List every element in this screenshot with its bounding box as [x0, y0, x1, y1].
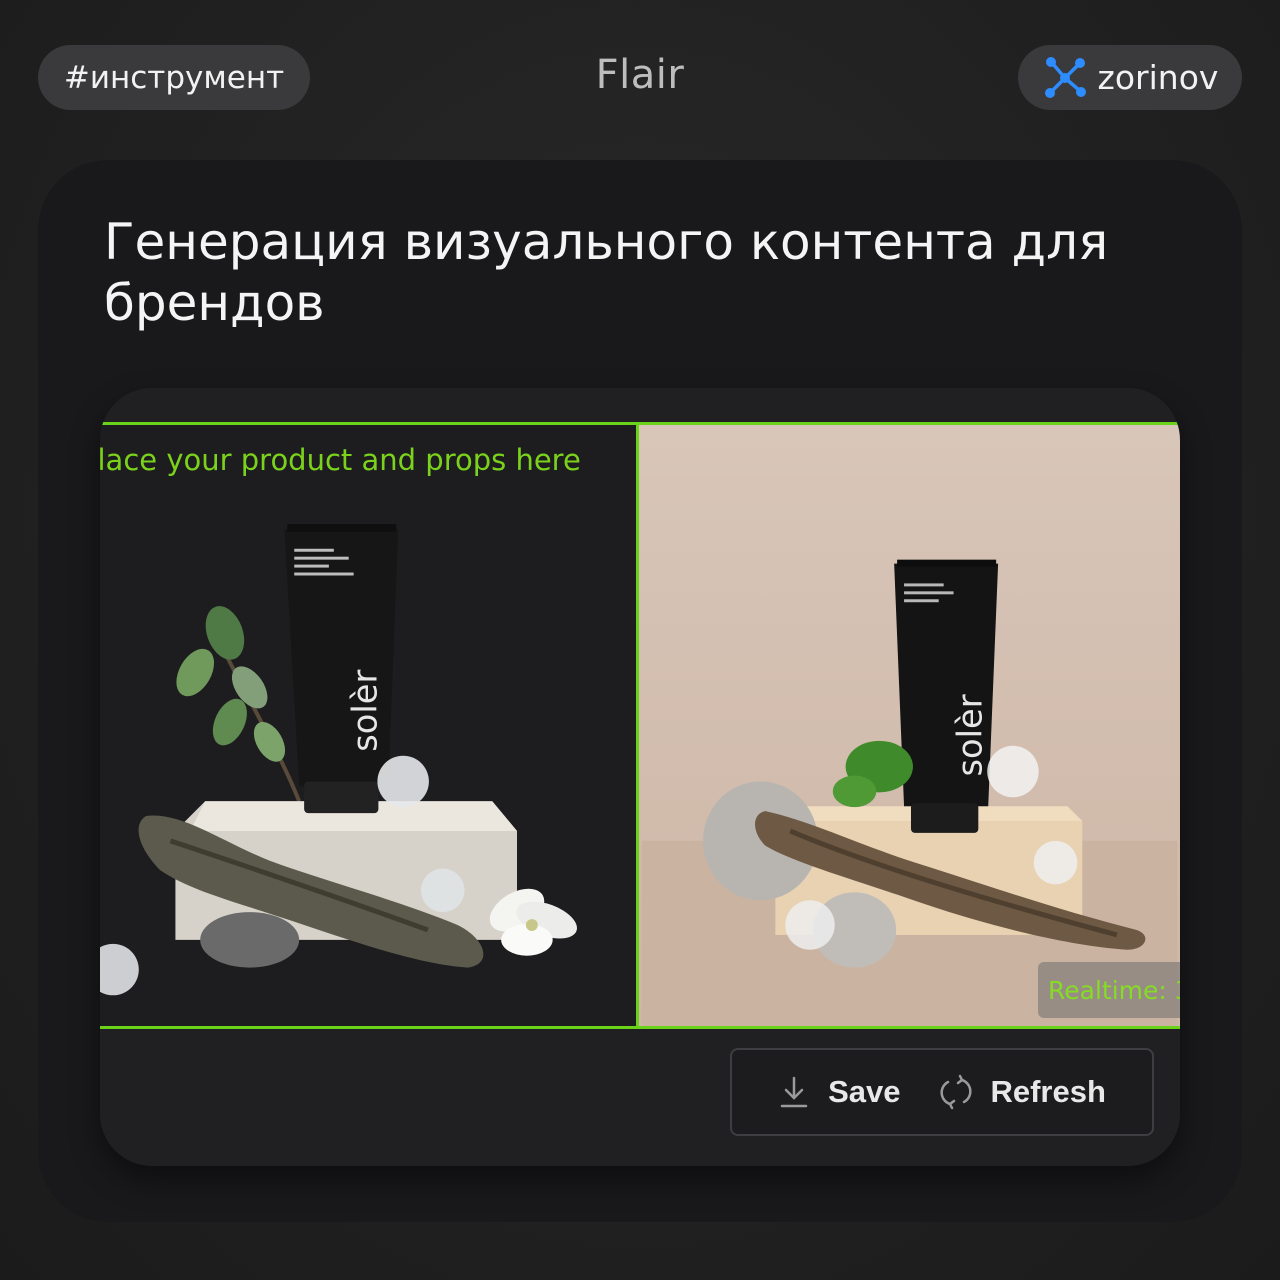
download-icon	[780, 1076, 808, 1108]
green-leaf-image	[832, 740, 913, 808]
author-name: zorinov	[1097, 58, 1219, 97]
composition-scene: solèr	[100, 524, 577, 996]
network-molecule-icon	[1044, 56, 1086, 98]
refresh-label: Refresh	[990, 1074, 1106, 1109]
leaf-branch-image	[176, 606, 302, 802]
generated-scene: solèr	[641, 559, 1178, 1026]
generated-preview: solèr Realtime: 3	[639, 422, 1180, 1029]
product-tube-image: solèr	[894, 559, 999, 833]
realtime-badge: Realtime: 3	[1038, 962, 1180, 1018]
composition-canvas[interactable]: Place your product and props here solèr	[100, 422, 639, 1029]
refresh-button[interactable]: Refresh	[940, 1074, 1106, 1110]
refresh-icon	[940, 1074, 973, 1110]
save-button[interactable]: Save	[778, 1074, 900, 1110]
page: #инструмент Flair zorinov Генерация визу…	[0, 0, 1280, 1280]
save-label: Save	[828, 1074, 901, 1109]
card-headline: Генерация визуального контента для бренд…	[104, 213, 1109, 332]
author-pill[interactable]: zorinov	[1018, 45, 1242, 110]
action-bar: Save Refresh	[730, 1048, 1154, 1136]
grey-rock-image	[200, 912, 300, 968]
svg-text:solèr: solèr	[950, 694, 989, 776]
svg-text:solèr: solèr	[345, 670, 384, 752]
app-screenshot-frame: Place your product and props here solèr …	[100, 388, 1180, 1166]
